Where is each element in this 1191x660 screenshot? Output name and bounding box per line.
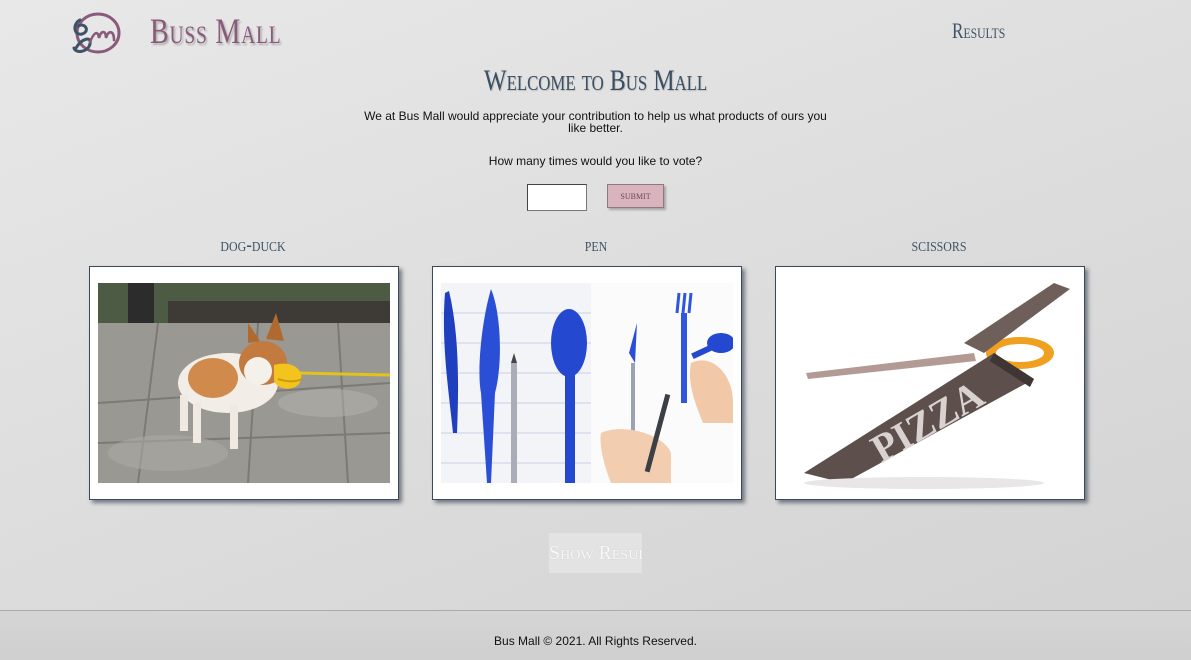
product-card-dog-duck[interactable] [89, 266, 399, 500]
product-card-scissors[interactable]: PIZZA [775, 266, 1085, 500]
nav-results-link[interactable]: Results [952, 18, 1005, 44]
product-label-scissors: scissors [911, 234, 967, 256]
bus-mall-logo: BM [72, 12, 121, 54]
pen-image [441, 283, 733, 483]
show-results-button[interactable]: Show Results [549, 533, 642, 573]
submit-button[interactable]: submit [607, 184, 664, 208]
scissors-image: PIZZA [784, 283, 1076, 493]
product-label-dog-duck: dog-duck [220, 234, 286, 256]
vote-question: How many times would you like to vote? [488, 154, 703, 168]
page-title-text: Welcome to Bus Mall [483, 64, 708, 97]
page-title: Welcome to Bus Mall [0, 64, 1191, 98]
product-card-pen[interactable] [432, 266, 742, 500]
footer: Bus Mall © 2021. All Rights Reserved. [0, 610, 1191, 660]
intro-text: We at Bus Mall would appreciate your con… [364, 109, 827, 135]
dog-duck-image [98, 283, 390, 483]
vote-count-input[interactable] [527, 184, 587, 211]
site-title: Buss Mall [150, 11, 282, 51]
product-label-pen: pen [584, 234, 608, 256]
footer-copyright: Bus Mall © 2021. All Rights Reserved. [494, 634, 697, 648]
